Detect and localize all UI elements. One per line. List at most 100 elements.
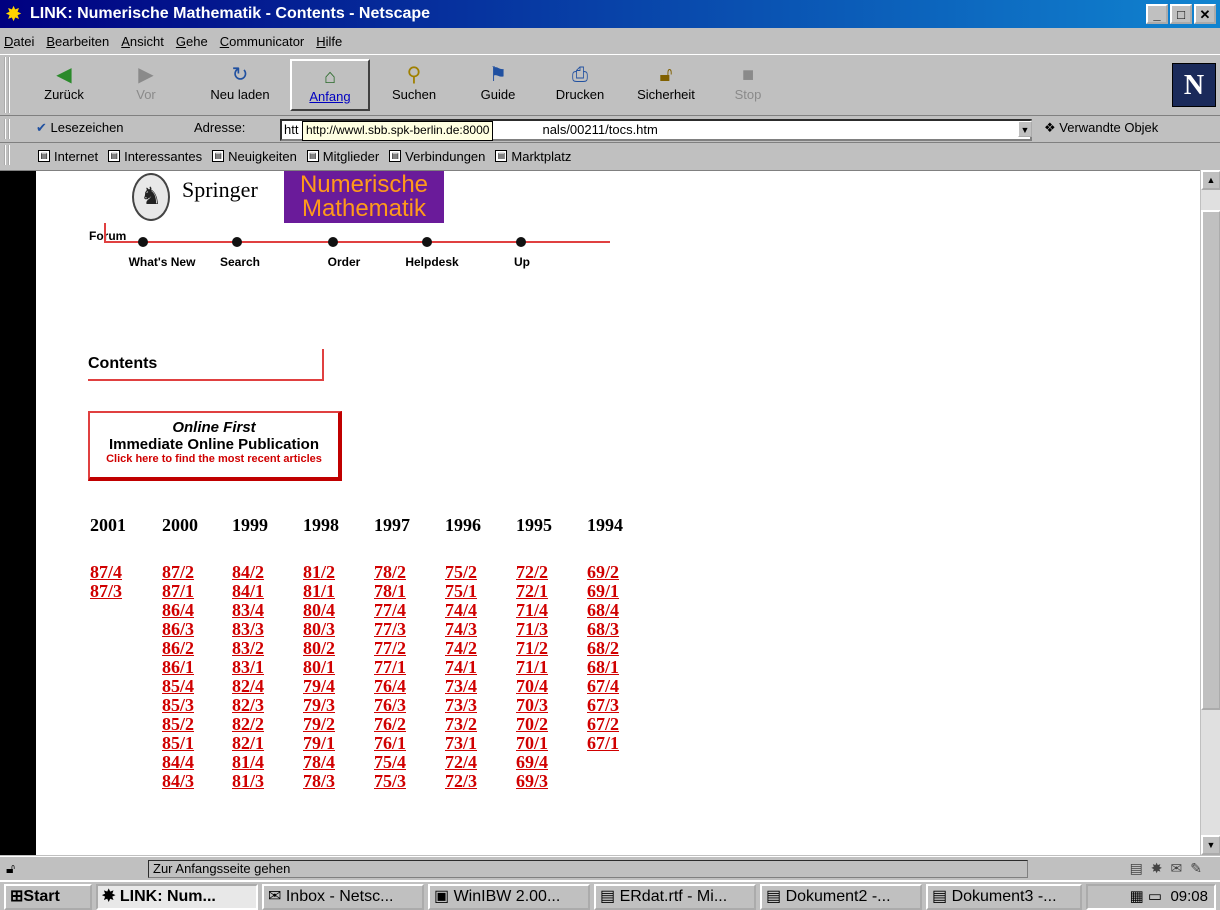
springer-logo[interactable]: Springer <box>182 177 258 203</box>
issue-link[interactable]: 72/1 <box>516 582 548 601</box>
issue-link[interactable]: 77/3 <box>374 620 406 639</box>
issue-link[interactable]: 75/2 <box>445 563 477 582</box>
issue-link[interactable]: 82/2 <box>232 715 264 734</box>
nav-dot[interactable] <box>138 237 148 247</box>
issue-link[interactable]: 83/1 <box>232 658 264 677</box>
issue-link[interactable]: 73/4 <box>445 677 477 696</box>
issue-link[interactable]: 81/2 <box>303 563 335 582</box>
issue-link[interactable]: 71/1 <box>516 658 548 677</box>
issue-link[interactable]: 82/3 <box>232 696 264 715</box>
issue-link[interactable]: 86/2 <box>162 639 194 658</box>
security-status-icon[interactable]: 🔓︎ <box>6 860 15 877</box>
issue-link[interactable]: 70/4 <box>516 677 548 696</box>
issue-link[interactable]: 72/3 <box>445 772 477 791</box>
issue-link[interactable]: 79/2 <box>303 715 335 734</box>
issue-link[interactable]: 74/4 <box>445 601 477 620</box>
issue-link[interactable]: 70/2 <box>516 715 548 734</box>
online-first-button[interactable]: Online First Immediate Online Publicatio… <box>88 411 342 481</box>
print-button[interactable]: ⎙ Drucken <box>540 59 620 111</box>
tray-icons[interactable]: ▦ ▭ <box>1130 888 1163 905</box>
personal-grip[interactable] <box>4 145 10 165</box>
issue-link[interactable]: 71/2 <box>516 639 548 658</box>
issue-link[interactable]: 86/3 <box>162 620 194 639</box>
personal-item-marktplatz[interactable]: ▤ Marktplatz <box>495 149 571 164</box>
issue-link[interactable]: 75/3 <box>374 772 406 791</box>
menu-communicator[interactable]: Communicator <box>220 34 305 49</box>
menu-ansicht[interactable]: Ansicht <box>121 34 164 49</box>
personal-item-mitglieder[interactable]: ▤ Mitglieder <box>306 149 379 164</box>
nav-dot[interactable] <box>422 237 432 247</box>
personal-item-internet[interactable]: ▤ Internet <box>38 149 98 164</box>
issue-link[interactable]: 67/4 <box>587 677 619 696</box>
task-dokument2[interactable]: ▤ Dokument2 -... <box>760 884 922 910</box>
issue-link[interactable]: 85/1 <box>162 734 194 753</box>
issue-link[interactable]: 77/2 <box>374 639 406 658</box>
scroll-thumb[interactable] <box>1201 210 1220 710</box>
task-winibw[interactable]: ▣ WinIBW 2.00... <box>428 884 590 910</box>
issue-link[interactable]: 78/2 <box>374 563 406 582</box>
issue-link[interactable]: 81/3 <box>232 772 264 791</box>
issue-link[interactable]: 82/1 <box>232 734 264 753</box>
nav-order[interactable]: Order <box>328 255 361 269</box>
reload-button[interactable]: ↻ Neu laden <box>200 59 280 111</box>
task-link-netscape[interactable]: ✸ LINK: Num... <box>96 884 258 910</box>
issue-link[interactable]: 85/4 <box>162 677 194 696</box>
component-bar-icons[interactable]: ▤✸✉✎ <box>1130 860 1210 877</box>
issue-link[interactable]: 76/4 <box>374 677 406 696</box>
issue-link[interactable]: 79/4 <box>303 677 335 696</box>
minimize-button[interactable]: _ <box>1146 4 1168 24</box>
issue-link[interactable]: 73/1 <box>445 734 477 753</box>
issue-link[interactable]: 82/4 <box>232 677 264 696</box>
issue-link[interactable]: 79/1 <box>303 734 335 753</box>
menu-bearbeiten[interactable]: Bearbeiten <box>46 34 109 49</box>
issue-link[interactable]: 84/1 <box>232 582 264 601</box>
issue-link[interactable]: 67/2 <box>587 715 619 734</box>
issue-link[interactable]: 81/4 <box>232 753 264 772</box>
issue-link[interactable]: 68/1 <box>587 658 619 677</box>
issue-link[interactable]: 75/4 <box>374 753 406 772</box>
issue-link[interactable]: 80/1 <box>303 658 335 677</box>
issue-link[interactable]: 76/3 <box>374 696 406 715</box>
netscape-app-icon[interactable]: ✸ <box>6 4 26 24</box>
issue-link[interactable]: 86/4 <box>162 601 194 620</box>
issue-link[interactable]: 74/3 <box>445 620 477 639</box>
issue-link[interactable]: 69/3 <box>516 772 548 791</box>
close-button[interactable]: ✕ <box>1194 4 1216 24</box>
issue-link[interactable]: 69/2 <box>587 563 619 582</box>
issue-link[interactable]: 77/4 <box>374 601 406 620</box>
issue-link[interactable]: 73/3 <box>445 696 477 715</box>
issue-link[interactable]: 87/4 <box>90 563 122 582</box>
toolbar-grip[interactable] <box>4 57 10 113</box>
url-dropdown-arrow[interactable]: ▼ <box>1018 121 1032 137</box>
issue-link[interactable]: 85/2 <box>162 715 194 734</box>
menu-hilfe[interactable]: Hilfe <box>316 34 342 49</box>
scroll-up-button[interactable]: ▲ <box>1201 170 1220 190</box>
search-button[interactable]: ⚲ Suchen <box>374 59 454 111</box>
issue-link[interactable]: 87/3 <box>90 582 122 601</box>
issue-link[interactable]: 87/2 <box>162 563 194 582</box>
guide-button[interactable]: ⚑ Guide <box>458 59 538 111</box>
issue-link[interactable]: 80/2 <box>303 639 335 658</box>
issue-link[interactable]: 84/4 <box>162 753 194 772</box>
issue-link[interactable]: 71/4 <box>516 601 548 620</box>
issue-link[interactable]: 76/2 <box>374 715 406 734</box>
issue-link[interactable]: 69/1 <box>587 582 619 601</box>
personal-item-neuigkeiten[interactable]: ▤ Neuigkeiten <box>212 149 297 164</box>
issue-link[interactable]: 67/3 <box>587 696 619 715</box>
issue-link[interactable]: 83/2 <box>232 639 264 658</box>
security-button[interactable]: 🔓︎ Sicherheit <box>626 59 706 111</box>
issue-link[interactable]: 84/3 <box>162 772 194 791</box>
issue-link[interactable]: 83/4 <box>232 601 264 620</box>
related-objects-button[interactable]: ❖ Verwandte Objek <box>1044 120 1158 136</box>
issue-link[interactable]: 81/1 <box>303 582 335 601</box>
home-button[interactable]: ⌂ Anfang <box>290 59 370 111</box>
issue-link[interactable]: 83/3 <box>232 620 264 639</box>
issue-link[interactable]: 78/1 <box>374 582 406 601</box>
location-grip[interactable] <box>4 119 10 139</box>
nav-dot[interactable] <box>232 237 242 247</box>
nav-whats-new[interactable]: What's New <box>129 255 196 269</box>
menu-gehe[interactable]: Gehe <box>176 34 208 49</box>
stop-button[interactable]: ■ Stop <box>708 59 788 111</box>
back-button[interactable]: ◀ Zurück <box>24 59 104 111</box>
issue-link[interactable]: 79/3 <box>303 696 335 715</box>
